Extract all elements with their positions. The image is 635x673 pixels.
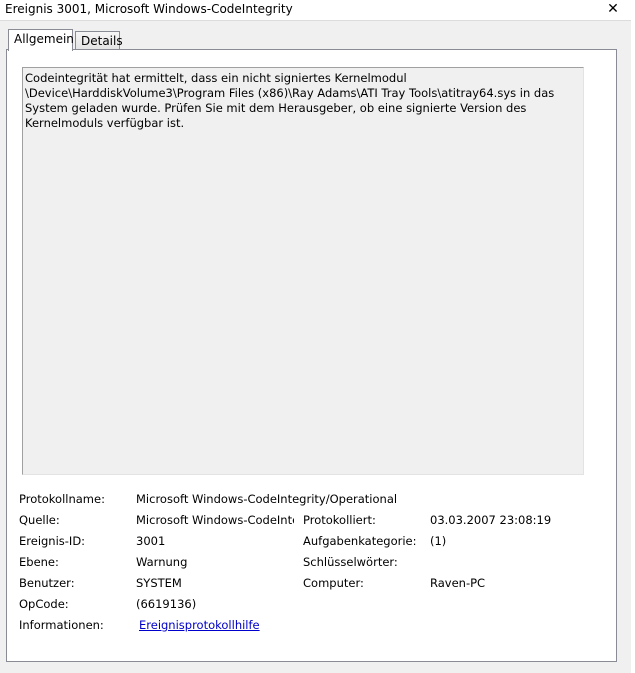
value-aufgabenkategorie[interactable]: (1) [430,534,446,548]
value-benutzer[interactable]: SYSTEM [136,576,182,590]
tab-details[interactable]: Details [75,31,123,50]
label-schluesselwoerter: Schlüsselwörter: [303,555,398,569]
event-description-text: Codeintegrität hat ermittelt, dass ein n… [25,71,555,130]
event-description-box[interactable]: Codeintegrität hat ermittelt, dass ein n… [22,67,584,475]
value-ebene[interactable]: Warnung [136,555,187,569]
help-link[interactable]: Ereignisprotokollhilfe [139,618,260,632]
title-bar: Ereignis 3001, Microsoft Windows-CodeInt… [0,0,635,20]
window-title: Ereignis 3001, Microsoft Windows-CodeInt… [5,2,293,16]
value-protokollname[interactable]: Microsoft Windows-CodeIntegrity/Operatio… [136,492,397,506]
label-quelle: Quelle: [19,513,60,527]
label-protokollname: Protokollname: [19,492,105,506]
window-edge [631,20,635,673]
close-icon[interactable]: ✕ [605,1,621,17]
value-computer[interactable]: Raven-PC [430,576,485,590]
label-aufgabenkategorie: Aufgabenkategorie: [303,534,417,548]
label-informationen: Informationen: [19,618,104,632]
value-opcode[interactable]: (6619136) [136,597,196,611]
label-opcode: OpCode: [19,597,69,611]
label-computer: Computer: [303,576,364,590]
label-ereignis-id: Ereignis-ID: [19,534,86,548]
value-protokolliert[interactable]: 03.03.2007 23:08:19 [430,513,551,527]
label-ebene: Ebene: [19,555,59,569]
tab-allgemein[interactable]: Allgemein [8,29,74,51]
value-quelle[interactable]: Microsoft Windows-CodeInte [136,513,294,527]
label-protokolliert: Protokolliert: [303,513,376,527]
label-benutzer: Benutzer: [19,576,75,590]
value-ereignis-id[interactable]: 3001 [136,534,165,548]
